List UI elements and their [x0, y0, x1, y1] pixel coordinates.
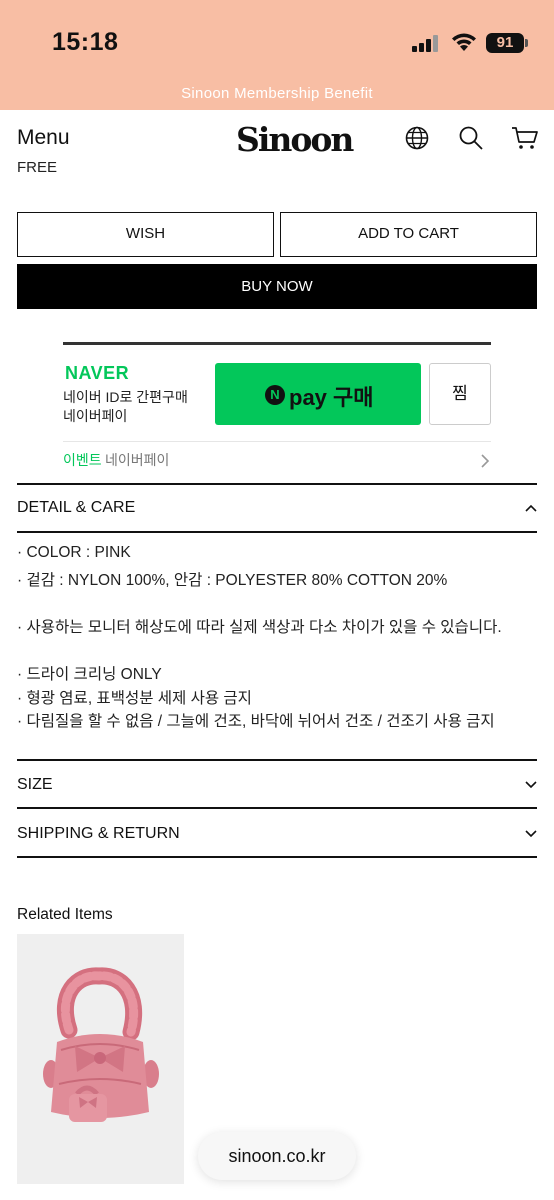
naver-event-link[interactable]: 이벤트 — [63, 450, 102, 470]
naver-pay-description: 네이버 ID로 간편구매 — [63, 389, 188, 405]
size-toggle[interactable]: SIZE — [17, 776, 53, 794]
membership-banner[interactable]: Sinoon Membership Benefit — [0, 80, 554, 110]
cart-icon[interactable] — [511, 125, 539, 151]
detail-text: · COLOR : PINK — [17, 544, 131, 561]
add-to-cart-button[interactable]: ADD TO CART — [280, 212, 537, 257]
site-logo[interactable]: Sinoon — [236, 120, 354, 159]
browser-url-bar[interactable]: sinoon.co.kr — [198, 1132, 356, 1180]
wifi-icon — [452, 33, 476, 51]
divider — [17, 531, 537, 533]
chevron-up-icon[interactable] — [524, 503, 538, 513]
status-bar: 15:18 91 — [0, 0, 554, 80]
divider — [17, 856, 537, 858]
naver-wishlist-button[interactable]: 찜 — [429, 363, 491, 425]
related-item-image[interactable] — [17, 934, 184, 1184]
shipping-fee-value: FREE — [17, 159, 58, 173]
wish-button[interactable]: WISH — [17, 212, 274, 257]
divider — [17, 759, 537, 761]
naver-pay-button[interactable]: N pay 구매 — [215, 363, 421, 425]
detail-text: · 드라이 크리닝 ONLY — [17, 666, 162, 683]
buy-now-button[interactable]: BUY NOW — [17, 264, 537, 309]
detail-text: · 다림질을 할 수 없음 / 그늘에 건조, 바닥에 뉘어서 건조 / 건조기… — [17, 713, 495, 730]
pink-bag-illustration — [17, 934, 184, 1184]
battery-tip — [525, 39, 528, 47]
divider — [17, 483, 537, 485]
chevron-down-icon[interactable] — [524, 829, 538, 839]
detail-care-toggle[interactable]: DETAIL & CARE — [17, 499, 135, 517]
detail-text: · 겉감 : NYLON 100%, 안감 : POLYESTER 80% CO… — [17, 572, 448, 589]
menu-button[interactable]: Menu — [17, 126, 70, 150]
globe-icon[interactable] — [404, 125, 430, 151]
npay-button-label: pay 구매 — [289, 385, 374, 410]
site-header: Menu Sinoon — [0, 110, 554, 166]
detail-text: · 형광 염료, 표백성분 세제 사용 금지 — [17, 690, 252, 707]
battery-indicator: 91 — [486, 33, 524, 53]
divider — [63, 441, 491, 442]
npay-n-icon: N — [265, 385, 285, 405]
naver-logo: NAVER — [65, 363, 130, 383]
related-items-heading: Related Items — [17, 906, 113, 923]
search-icon[interactable] — [458, 125, 484, 151]
naver-event-sub: 네이버페이 — [105, 452, 170, 468]
status-time: 15:18 — [52, 28, 119, 56]
cellular-signal-icon — [412, 34, 440, 52]
shipping-return-toggle[interactable]: SHIPPING & RETURN — [17, 825, 180, 843]
naver-pay-description-2: 네이버페이 — [63, 408, 128, 424]
detail-text: · 사용하는 모니터 해상도에 따라 실제 색상과 다소 차이가 있을 수 있습… — [17, 619, 502, 636]
naver-pay-widget: NAVER 네이버 ID로 간편구매 네이버페이 N pay 구매 찜 이벤트 … — [63, 342, 491, 474]
chevron-right-icon[interactable] — [479, 453, 491, 469]
chevron-down-icon[interactable] — [524, 780, 538, 790]
divider — [17, 807, 537, 809]
